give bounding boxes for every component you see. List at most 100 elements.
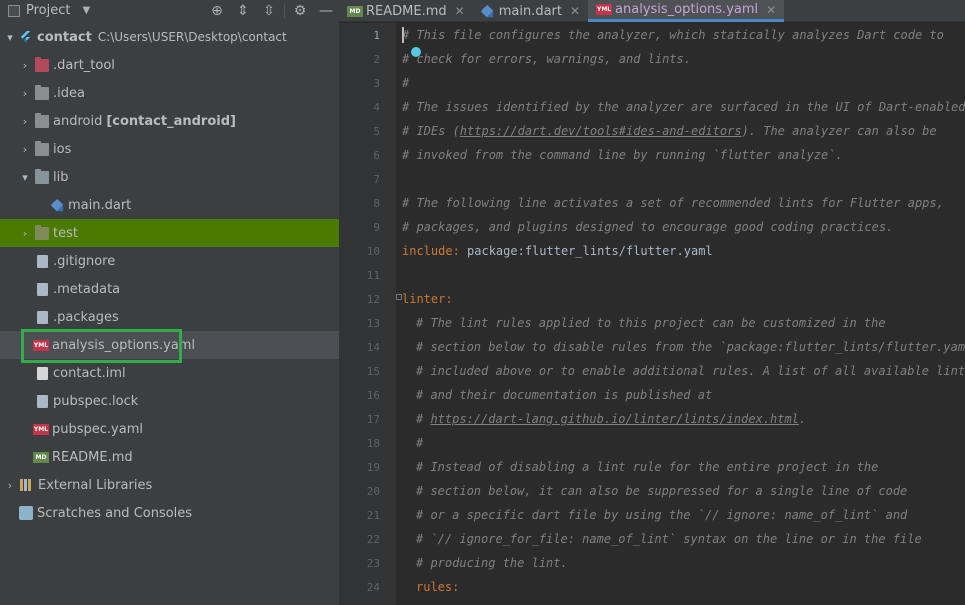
locate-icon[interactable]: ⊕ <box>204 0 230 22</box>
line-number: 23 <box>366 557 380 570</box>
yaml-file-icon: YML <box>596 4 613 15</box>
code-editor[interactable]: # This file configures the analyzer, whi… <box>402 23 965 605</box>
code-line: # https://dart-lang.github.io/linter/lin… <box>416 407 806 431</box>
code-line: # section below, it can also be suppress… <box>416 484 908 498</box>
tree-item-external-libraries[interactable]: › External Libraries <box>0 471 339 499</box>
code-link[interactable]: https://dart.dev/tools#ides-and-editors <box>460 124 742 138</box>
project-title: Project <box>26 3 71 18</box>
code-line: # or a specific dart file by using the `… <box>416 508 908 522</box>
library-icon <box>20 479 34 491</box>
tree-item-dart-tool[interactable]: › .dart_tool <box>0 51 339 79</box>
code-line: linter: <box>402 292 453 306</box>
code-text: # <box>416 412 431 426</box>
tree-item-label: android <box>53 113 103 129</box>
tree-item-lib[interactable]: ▾ lib <box>0 163 339 191</box>
chevron-right-icon[interactable]: › <box>19 59 31 72</box>
text-file-icon <box>37 282 48 296</box>
code-line: # Instead of disabling a lint rule for t… <box>416 460 879 474</box>
tree-item-packages[interactable]: .packages <box>0 303 339 331</box>
tree-item-contact-iml[interactable]: contact.iml <box>0 359 339 387</box>
close-icon[interactable]: ✕ <box>570 4 580 18</box>
line-number: 12 <box>366 293 380 306</box>
project-panel: Project ▼ ⊕ ⇕ ⇳ ⚙ — ▾ contact C:\Users\U… <box>0 0 339 605</box>
tree-root-contact[interactable]: ▾ contact C:\Users\USER\Desktop\contact <box>0 23 339 51</box>
code-line: # packages, and plugins designed to enco… <box>402 220 894 234</box>
tree-item-analysis-options[interactable]: YML analysis_options.yaml <box>0 331 339 359</box>
expand-all-icon[interactable]: ⇕ <box>230 0 256 22</box>
code-line: # and their documentation is published a… <box>416 388 713 402</box>
code-line: # section below to disable rules from th… <box>416 340 965 354</box>
code-line: # invoked from the command line by runni… <box>402 148 843 162</box>
tree-item-label: test <box>53 225 78 241</box>
chevron-right-icon[interactable]: › <box>19 115 31 128</box>
intention-bulb-icon[interactable] <box>411 47 421 57</box>
folder-icon <box>35 84 49 100</box>
tree-item-idea[interactable]: › .idea <box>0 79 339 107</box>
tree-item-label: pubspec.lock <box>53 393 139 409</box>
chevron-right-icon[interactable]: › <box>19 87 31 100</box>
tab-analysis-options[interactable]: YML analysis_options.yaml ✕ <box>588 0 785 22</box>
test-folder-icon <box>35 224 49 240</box>
line-number: 9 <box>373 221 380 234</box>
scratches-icon <box>19 506 33 520</box>
tab-label: analysis_options.yaml <box>615 2 759 17</box>
line-number-gutter: 1 2 3 4 5 6 7 8 9 10 11 12 13 14 15 16 1… <box>339 23 396 605</box>
line-number: 13 <box>366 317 380 330</box>
gear-icon[interactable]: ⚙ <box>287 0 313 22</box>
tree-item-android[interactable]: › android [contact_android] <box>0 107 339 135</box>
dart-file-icon <box>480 4 493 17</box>
close-icon[interactable]: ✕ <box>455 4 465 18</box>
module-file-icon <box>37 366 48 380</box>
line-number: 22 <box>366 533 380 546</box>
line-number: 21 <box>366 509 380 522</box>
chevron-down-icon[interactable]: ▾ <box>19 171 31 184</box>
tree-item-label: ios <box>53 141 72 157</box>
module-name: [contact_android] <box>106 113 236 129</box>
tree-item-label: Scratches and Consoles <box>37 505 193 521</box>
chevron-down-icon[interactable]: ▾ <box>4 31 16 44</box>
tree-item-label: External Libraries <box>38 477 153 493</box>
code-text: # IDEs ( <box>402 124 460 138</box>
markdown-file-icon: MD <box>33 451 49 463</box>
tab-main-dart[interactable]: main.dart ✕ <box>473 0 588 22</box>
tab-label: main.dart <box>498 3 562 19</box>
folder-icon <box>35 56 49 72</box>
tree-item-label: lib <box>53 169 69 185</box>
tree-item-ios[interactable]: › ios <box>0 135 339 163</box>
project-view-selector[interactable]: Project ▼ <box>8 3 90 18</box>
hide-icon[interactable]: — <box>313 0 339 22</box>
toolbar-divider <box>284 4 285 18</box>
code-line: # included above or to enable additional… <box>416 364 965 378</box>
code-link[interactable]: https://dart-lang.github.io/linter/lints… <box>430 412 798 426</box>
code-text: ). The analyzer can also be <box>741 124 937 138</box>
tree-item-label: .packages <box>53 309 119 325</box>
tree-item-pubspec-yaml[interactable]: YML pubspec.yaml <box>0 415 339 443</box>
chevron-right-icon[interactable]: › <box>19 143 31 156</box>
tree-item-label: .metadata <box>53 281 121 297</box>
code-line: # <box>402 76 410 90</box>
chevron-right-icon[interactable]: › <box>19 227 31 240</box>
text-file-icon <box>37 310 48 324</box>
tree-item-metadata[interactable]: .metadata <box>0 275 339 303</box>
line-number: 10 <box>366 245 380 258</box>
tree-item-pubspec-lock[interactable]: pubspec.lock <box>0 387 339 415</box>
text-cursor <box>402 27 404 43</box>
project-toolbar: Project ▼ ⊕ ⇕ ⇳ ⚙ — <box>0 0 339 22</box>
line-number: 5 <box>373 125 380 138</box>
line-number: 18 <box>366 437 380 450</box>
tree-item-scratches[interactable]: Scratches and Consoles <box>0 499 339 527</box>
tab-readme[interactable]: MD README.md ✕ <box>339 0 473 22</box>
close-icon[interactable]: ✕ <box>766 3 776 17</box>
line-number: 14 <box>366 341 380 354</box>
editor-tab-bar: MD README.md ✕ main.dart ✕ YML analysis_… <box>339 0 965 22</box>
collapse-all-icon[interactable]: ⇳ <box>256 0 282 22</box>
tree-item-gitignore[interactable]: .gitignore <box>0 247 339 275</box>
tree-item-test[interactable]: › test <box>0 219 339 247</box>
chevron-right-icon[interactable]: › <box>4 479 16 492</box>
tree-item-readme[interactable]: MD README.md <box>0 443 339 471</box>
tree-item-main-dart[interactable]: main.dart <box>0 191 339 219</box>
code-line: # The following line activates a set of … <box>402 196 944 210</box>
line-number: 2 <box>373 53 380 66</box>
line-number: 6 <box>373 149 380 162</box>
line-number: 4 <box>373 101 380 114</box>
